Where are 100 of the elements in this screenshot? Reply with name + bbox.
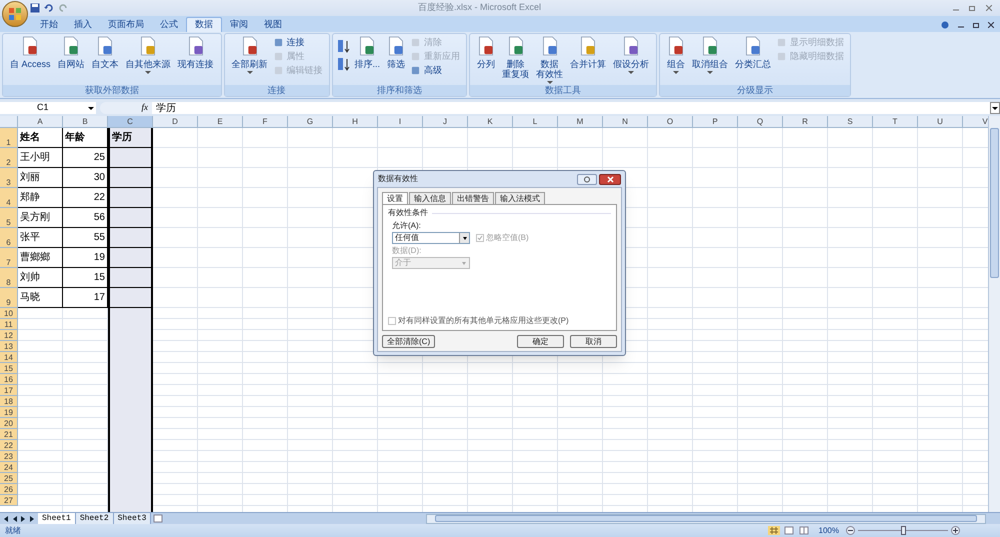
ribbon-tab[interactable]: 视图 <box>256 17 290 32</box>
ribbon-button[interactable]: 自 Access <box>7 34 54 69</box>
apply-all-checkbox[interactable] <box>388 317 396 325</box>
ribbon-tab[interactable]: 插入 <box>66 17 100 32</box>
row-header[interactable]: 21 <box>0 429 18 440</box>
column-header[interactable]: K <box>468 116 513 128</box>
row-header[interactable]: 17 <box>0 385 18 396</box>
row-header[interactable]: 20 <box>0 418 18 429</box>
expand-icon[interactable] <box>990 102 1000 114</box>
row-header[interactable]: 10 <box>0 308 18 319</box>
row-header[interactable]: 24 <box>0 462 18 473</box>
dialog-tab[interactable]: 输入信息 <box>409 192 451 204</box>
row-header[interactable]: 6 <box>0 228 18 248</box>
previous-sheet-icon[interactable] <box>12 516 17 522</box>
normal-view-icon[interactable] <box>768 526 780 535</box>
row-header[interactable]: 18 <box>0 396 18 407</box>
row-header[interactable]: 11 <box>0 319 18 330</box>
zoom-in-icon[interactable] <box>951 526 960 535</box>
close-icon[interactable] <box>986 5 992 11</box>
page-break-icon[interactable] <box>798 526 810 535</box>
sheet-tab[interactable]: Sheet2 <box>76 513 114 524</box>
ribbon-button[interactable]: 筛选 <box>384 34 408 69</box>
dialog-button[interactable]: 全部清除(C) <box>382 334 436 348</box>
column-header[interactable]: C <box>108 116 153 128</box>
scroll-thumb[interactable] <box>990 128 999 278</box>
column-header[interactable]: Q <box>738 116 783 128</box>
column-header[interactable]: I <box>378 116 423 128</box>
row-header[interactable]: 7 <box>0 248 18 268</box>
ribbon-button[interactable]: 现有连接 <box>174 34 217 69</box>
dialog-tab[interactable]: 输入法模式 <box>495 192 545 204</box>
ribbon-button[interactable]: 全部刷新 <box>228 34 271 74</box>
page-layout-icon[interactable] <box>782 526 795 535</box>
save-icon[interactable] <box>30 3 40 13</box>
column-header[interactable]: P <box>693 116 738 128</box>
zoom-level[interactable]: 100% <box>818 524 839 536</box>
office-button[interactable] <box>2 1 28 27</box>
row-header[interactable]: 27 <box>0 495 18 506</box>
row-header[interactable]: 23 <box>0 451 18 462</box>
column-header[interactable]: H <box>333 116 378 128</box>
restore-icon[interactable] <box>969 5 976 11</box>
help-icon[interactable] <box>941 20 949 28</box>
restore-icon[interactable] <box>973 22 979 28</box>
column-header[interactable]: N <box>603 116 648 128</box>
column-header[interactable]: D <box>153 116 198 128</box>
row-header[interactable]: 9 <box>0 288 18 308</box>
dialog-tab[interactable]: 设置 <box>382 192 408 204</box>
column-header[interactable]: U <box>918 116 963 128</box>
row-header[interactable]: 1 <box>0 128 18 148</box>
row-header[interactable]: 3 <box>0 168 18 188</box>
row-header[interactable]: 12 <box>0 330 18 341</box>
row-header[interactable]: 4 <box>0 188 18 208</box>
ribbon-button[interactable]: 假设分析 <box>610 34 652 74</box>
horizontal-scrollbar[interactable] <box>426 514 986 524</box>
row-header[interactable]: 8 <box>0 268 18 288</box>
column-header[interactable]: E <box>198 116 243 128</box>
row-header[interactable]: 22 <box>0 440 18 451</box>
ribbon-tab[interactable]: 审阅 <box>222 17 256 32</box>
ribbon-button[interactable]: 合并计算 <box>567 34 610 69</box>
column-header[interactable]: R <box>783 116 828 128</box>
sheet-tab[interactable]: Sheet3 <box>114 513 152 524</box>
zoom-out-icon[interactable] <box>846 526 855 535</box>
row-header[interactable]: 26 <box>0 484 18 495</box>
column-header[interactable]: L <box>513 116 558 128</box>
zoom-thumb[interactable] <box>901 526 906 535</box>
sheet-tab[interactable]: Sheet1 <box>38 513 76 524</box>
column-header[interactable]: O <box>648 116 693 128</box>
row-header[interactable]: 5 <box>0 208 18 228</box>
row-header[interactable]: 16 <box>0 374 18 385</box>
scroll-thumb[interactable] <box>435 515 977 522</box>
name-box[interactable]: C1 <box>0 102 96 114</box>
insert-sheet-icon[interactable] <box>153 514 166 523</box>
column-header[interactable]: M <box>558 116 603 128</box>
ribbon-button[interactable]: 自其他来源 <box>122 34 174 74</box>
zoom-slider[interactable] <box>858 526 948 535</box>
ribbon-button[interactable]: 排序... <box>352 34 384 69</box>
ribbon-button[interactable]: 分列 <box>474 34 498 69</box>
ribbon-tab[interactable]: 数据 <box>186 17 222 32</box>
column-header[interactable]: T <box>873 116 918 128</box>
dialog-button[interactable]: 确定 <box>517 334 564 348</box>
vertical-scrollbar[interactable] <box>988 116 1000 512</box>
dialog-button[interactable]: 取消 <box>570 334 617 348</box>
column-header[interactable]: G <box>288 116 333 128</box>
column-header[interactable]: A <box>18 116 63 128</box>
undo-icon[interactable] <box>44 3 54 13</box>
close-icon[interactable] <box>988 22 994 28</box>
help-button[interactable] <box>577 174 597 184</box>
row-header[interactable]: 25 <box>0 473 18 484</box>
dialog-tab[interactable]: 出错警告 <box>452 192 494 204</box>
ribbon-tab[interactable]: 页面布局 <box>100 17 152 32</box>
last-sheet-icon[interactable] <box>30 516 35 522</box>
allow-dropdown[interactable]: 任何值 <box>392 232 470 244</box>
ribbon-button[interactable]: 分类汇总 <box>732 34 774 69</box>
row-header[interactable]: 13 <box>0 341 18 352</box>
column-header[interactable]: J <box>423 116 468 128</box>
ribbon-button[interactable]: 取消组合 <box>689 34 732 74</box>
close-button[interactable] <box>599 174 621 184</box>
ribbon-button[interactable]: 高级 <box>409 64 462 77</box>
ribbon-button[interactable]: 连接 <box>272 36 325 49</box>
formula-field[interactable]: 学历 <box>152 102 990 114</box>
row-header[interactable]: 14 <box>0 352 18 363</box>
